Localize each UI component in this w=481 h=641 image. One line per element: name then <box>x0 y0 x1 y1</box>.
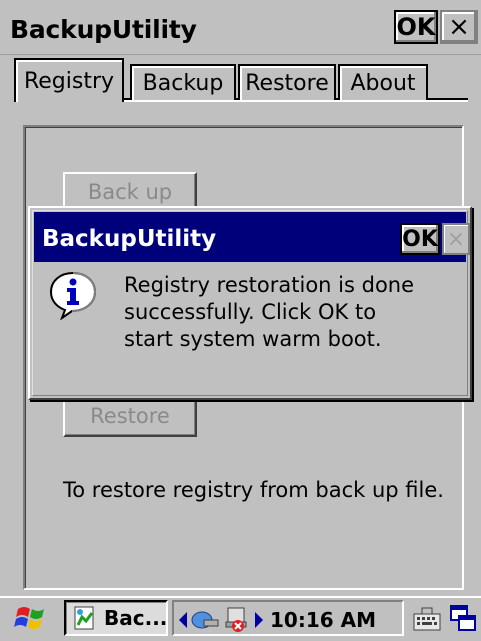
app-icon <box>72 605 98 631</box>
system-tray: 10:16 AM <box>172 600 404 636</box>
start-flag-icon[interactable] <box>8 601 56 635</box>
dialog-message-line: start system warm boot. <box>124 327 382 351</box>
keyboard-icon[interactable] <box>410 600 444 636</box>
windows-icon[interactable] <box>448 600 478 636</box>
dialog-title: BackupUtility <box>42 226 217 252</box>
restore-info-text: To restore registry from back up file. <box>63 478 444 502</box>
dialog-ok-button[interactable]: OK <box>400 223 440 255</box>
restore-button[interactable]: Restore <box>63 395 197 437</box>
dialog-message-line: Registry restoration is done <box>124 273 415 297</box>
tab-restore[interactable]: Restore <box>238 64 336 100</box>
information-icon <box>48 270 98 321</box>
dialog-title-bar: BackupUtility OK × <box>34 212 470 262</box>
taskbar-app-button[interactable]: Bac... <box>64 600 168 636</box>
clock-time[interactable]: 10:16 AM <box>270 608 376 632</box>
forward-arrow-icon[interactable] <box>254 610 264 634</box>
tab-registry[interactable]: Registry <box>14 58 124 102</box>
window-title: BackupUtility <box>10 15 197 44</box>
dialog-close-button[interactable]: × <box>442 223 470 255</box>
disconnected-icon[interactable] <box>224 606 250 639</box>
close-button[interactable]: × <box>440 10 478 44</box>
ok-button[interactable]: OK <box>394 10 438 44</box>
back-arrow-icon[interactable] <box>178 610 188 634</box>
network-icon[interactable] <box>190 608 220 637</box>
title-bar: BackupUtility OK × <box>0 0 481 55</box>
dialog-message-line: successfully. Click OK to <box>124 300 377 324</box>
dialog-message: Registry restoration is done successfull… <box>124 272 454 353</box>
tab-backup[interactable]: Backup <box>130 64 236 100</box>
taskbar-app-label: Bac... <box>104 606 168 630</box>
tab-about[interactable]: About <box>338 64 428 100</box>
